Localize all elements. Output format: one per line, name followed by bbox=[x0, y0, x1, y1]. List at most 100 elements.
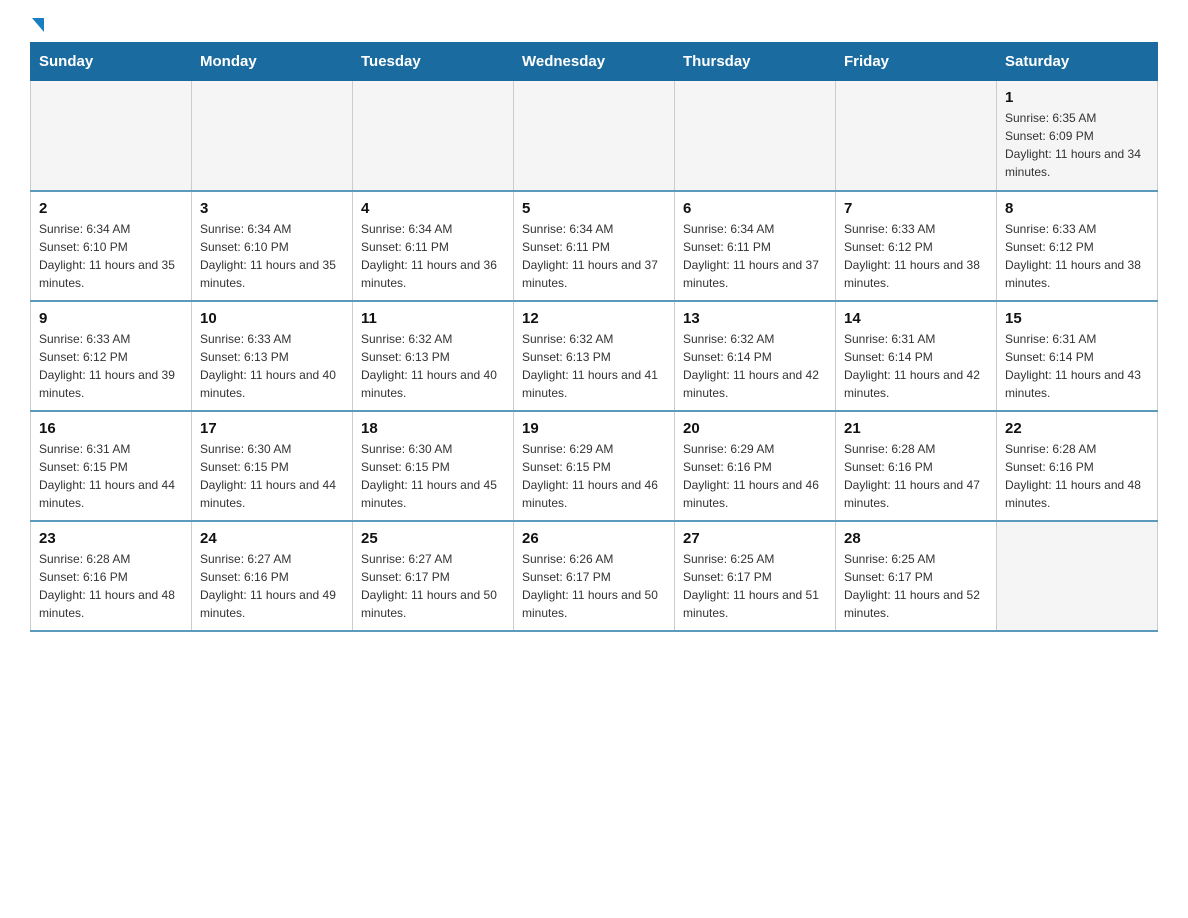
day-number: 24 bbox=[200, 530, 344, 547]
day-number: 3 bbox=[200, 200, 344, 217]
day-info: Sunrise: 6:31 AM Sunset: 6:14 PM Dayligh… bbox=[1005, 330, 1149, 402]
day-info: Sunrise: 6:34 AM Sunset: 6:11 PM Dayligh… bbox=[683, 220, 827, 292]
calendar-day-cell bbox=[836, 81, 997, 191]
day-info: Sunrise: 6:34 AM Sunset: 6:11 PM Dayligh… bbox=[522, 220, 666, 292]
day-number: 27 bbox=[683, 530, 827, 547]
logo bbox=[30, 20, 44, 32]
calendar-day-cell bbox=[192, 81, 353, 191]
day-info: Sunrise: 6:35 AM Sunset: 6:09 PM Dayligh… bbox=[1005, 109, 1149, 181]
day-number: 14 bbox=[844, 310, 988, 327]
day-info: Sunrise: 6:29 AM Sunset: 6:16 PM Dayligh… bbox=[683, 440, 827, 512]
calendar-day-cell: 1 Sunrise: 6:35 AM Sunset: 6:09 PM Daylig… bbox=[997, 81, 1158, 191]
page-header bbox=[30, 20, 1158, 32]
calendar-day-cell: 8 Sunrise: 6:33 AM Sunset: 6:12 PM Daylig… bbox=[997, 191, 1158, 301]
calendar-day-cell: 16 Sunrise: 6:31 AM Sunset: 6:15 PM Dayli… bbox=[31, 411, 192, 521]
day-number: 11 bbox=[361, 310, 505, 327]
calendar-day-cell: 11 Sunrise: 6:32 AM Sunset: 6:13 PM Dayli… bbox=[353, 301, 514, 411]
calendar-day-cell bbox=[31, 81, 192, 191]
day-info: Sunrise: 6:34 AM Sunset: 6:11 PM Dayligh… bbox=[361, 220, 505, 292]
calendar-day-cell: 23 Sunrise: 6:28 AM Sunset: 6:16 PM Dayli… bbox=[31, 521, 192, 631]
column-header-sunday: Sunday bbox=[31, 43, 192, 81]
calendar-week-row: 1 Sunrise: 6:35 AM Sunset: 6:09 PM Daylig… bbox=[31, 81, 1158, 191]
calendar-header-row: SundayMondayTuesdayWednesdayThursdayFrid… bbox=[31, 43, 1158, 81]
calendar-day-cell: 20 Sunrise: 6:29 AM Sunset: 6:16 PM Dayli… bbox=[675, 411, 836, 521]
day-number: 26 bbox=[522, 530, 666, 547]
column-header-friday: Friday bbox=[836, 43, 997, 81]
day-number: 9 bbox=[39, 310, 183, 327]
day-info: Sunrise: 6:27 AM Sunset: 6:17 PM Dayligh… bbox=[361, 550, 505, 622]
calendar-day-cell: 22 Sunrise: 6:28 AM Sunset: 6:16 PM Dayli… bbox=[997, 411, 1158, 521]
day-number: 4 bbox=[361, 200, 505, 217]
day-number: 5 bbox=[522, 200, 666, 217]
day-info: Sunrise: 6:29 AM Sunset: 6:15 PM Dayligh… bbox=[522, 440, 666, 512]
day-info: Sunrise: 6:31 AM Sunset: 6:15 PM Dayligh… bbox=[39, 440, 183, 512]
calendar-day-cell: 28Sunrise: 6:25 AM Sunset: 6:17 PM Dayli… bbox=[836, 521, 997, 631]
calendar-day-cell: 2 Sunrise: 6:34 AM Sunset: 6:10 PM Daylig… bbox=[31, 191, 192, 301]
day-number: 15 bbox=[1005, 310, 1149, 327]
calendar-table: SundayMondayTuesdayWednesdayThursdayFrid… bbox=[30, 42, 1158, 632]
day-number: 6 bbox=[683, 200, 827, 217]
day-info: Sunrise: 6:34 AM Sunset: 6:10 PM Dayligh… bbox=[200, 220, 344, 292]
day-number: 28 bbox=[844, 530, 988, 547]
calendar-day-cell: 9 Sunrise: 6:33 AM Sunset: 6:12 PM Daylig… bbox=[31, 301, 192, 411]
day-info: Sunrise: 6:33 AM Sunset: 6:13 PM Dayligh… bbox=[200, 330, 344, 402]
calendar-day-cell: 25 Sunrise: 6:27 AM Sunset: 6:17 PM Dayli… bbox=[353, 521, 514, 631]
day-info: Sunrise: 6:33 AM Sunset: 6:12 PM Dayligh… bbox=[39, 330, 183, 402]
column-header-thursday: Thursday bbox=[675, 43, 836, 81]
calendar-week-row: 23 Sunrise: 6:28 AM Sunset: 6:16 PM Dayli… bbox=[31, 521, 1158, 631]
day-info: Sunrise: 6:28 AM Sunset: 6:16 PM Dayligh… bbox=[844, 440, 988, 512]
calendar-day-cell: 5 Sunrise: 6:34 AM Sunset: 6:11 PM Daylig… bbox=[514, 191, 675, 301]
day-number: 8 bbox=[1005, 200, 1149, 217]
day-number: 20 bbox=[683, 420, 827, 437]
calendar-day-cell: 15 Sunrise: 6:31 AM Sunset: 6:14 PM Dayli… bbox=[997, 301, 1158, 411]
day-number: 2 bbox=[39, 200, 183, 217]
day-number: 16 bbox=[39, 420, 183, 437]
day-number: 18 bbox=[361, 420, 505, 437]
day-info: Sunrise: 6:25 AM Sunset: 6:17 PM Dayligh… bbox=[683, 550, 827, 622]
day-number: 12 bbox=[522, 310, 666, 327]
calendar-day-cell: 18 Sunrise: 6:30 AM Sunset: 6:15 PM Dayli… bbox=[353, 411, 514, 521]
calendar-day-cell: 12 Sunrise: 6:32 AM Sunset: 6:13 PM Dayli… bbox=[514, 301, 675, 411]
calendar-day-cell bbox=[353, 81, 514, 191]
day-info: Sunrise: 6:28 AM Sunset: 6:16 PM Dayligh… bbox=[1005, 440, 1149, 512]
day-info: Sunrise: 6:28 AM Sunset: 6:16 PM Dayligh… bbox=[39, 550, 183, 622]
calendar-day-cell bbox=[997, 521, 1158, 631]
day-number: 22 bbox=[1005, 420, 1149, 437]
calendar-day-cell: 10 Sunrise: 6:33 AM Sunset: 6:13 PM Dayli… bbox=[192, 301, 353, 411]
calendar-day-cell bbox=[514, 81, 675, 191]
column-header-wednesday: Wednesday bbox=[514, 43, 675, 81]
day-info: Sunrise: 6:32 AM Sunset: 6:13 PM Dayligh… bbox=[361, 330, 505, 402]
column-header-monday: Monday bbox=[192, 43, 353, 81]
column-header-tuesday: Tuesday bbox=[353, 43, 514, 81]
day-number: 17 bbox=[200, 420, 344, 437]
day-number: 10 bbox=[200, 310, 344, 327]
day-number: 23 bbox=[39, 530, 183, 547]
day-info: Sunrise: 6:26 AM Sunset: 6:17 PM Dayligh… bbox=[522, 550, 666, 622]
day-number: 13 bbox=[683, 310, 827, 327]
day-number: 7 bbox=[844, 200, 988, 217]
calendar-day-cell: 26 Sunrise: 6:26 AM Sunset: 6:17 PM Dayli… bbox=[514, 521, 675, 631]
day-info: Sunrise: 6:32 AM Sunset: 6:14 PM Dayligh… bbox=[683, 330, 827, 402]
day-info: Sunrise: 6:27 AM Sunset: 6:16 PM Dayligh… bbox=[200, 550, 344, 622]
day-info: Sunrise: 6:33 AM Sunset: 6:12 PM Dayligh… bbox=[844, 220, 988, 292]
calendar-day-cell: 19 Sunrise: 6:29 AM Sunset: 6:15 PM Dayli… bbox=[514, 411, 675, 521]
calendar-day-cell: 27 Sunrise: 6:25 AM Sunset: 6:17 PM Dayli… bbox=[675, 521, 836, 631]
calendar-day-cell: 4 Sunrise: 6:34 AM Sunset: 6:11 PM Daylig… bbox=[353, 191, 514, 301]
day-info: Sunrise: 6:34 AM Sunset: 6:10 PM Dayligh… bbox=[39, 220, 183, 292]
calendar-day-cell: 13 Sunrise: 6:32 AM Sunset: 6:14 PM Dayli… bbox=[675, 301, 836, 411]
logo-arrow-icon bbox=[32, 18, 44, 32]
column-header-saturday: Saturday bbox=[997, 43, 1158, 81]
day-info: Sunrise: 6:32 AM Sunset: 6:13 PM Dayligh… bbox=[522, 330, 666, 402]
day-number: 19 bbox=[522, 420, 666, 437]
day-info: Sunrise: 6:33 AM Sunset: 6:12 PM Dayligh… bbox=[1005, 220, 1149, 292]
calendar-week-row: 16 Sunrise: 6:31 AM Sunset: 6:15 PM Dayli… bbox=[31, 411, 1158, 521]
calendar-day-cell: 3 Sunrise: 6:34 AM Sunset: 6:10 PM Daylig… bbox=[192, 191, 353, 301]
day-info: Sunrise: 6:30 AM Sunset: 6:15 PM Dayligh… bbox=[361, 440, 505, 512]
calendar-day-cell: 21Sunrise: 6:28 AM Sunset: 6:16 PM Dayli… bbox=[836, 411, 997, 521]
calendar-week-row: 9 Sunrise: 6:33 AM Sunset: 6:12 PM Daylig… bbox=[31, 301, 1158, 411]
day-number: 1 bbox=[1005, 89, 1149, 106]
calendar-day-cell: 17Sunrise: 6:30 AM Sunset: 6:15 PM Dayli… bbox=[192, 411, 353, 521]
day-number: 25 bbox=[361, 530, 505, 547]
calendar-day-cell: 24 Sunrise: 6:27 AM Sunset: 6:16 PM Dayli… bbox=[192, 521, 353, 631]
calendar-week-row: 2 Sunrise: 6:34 AM Sunset: 6:10 PM Daylig… bbox=[31, 191, 1158, 301]
